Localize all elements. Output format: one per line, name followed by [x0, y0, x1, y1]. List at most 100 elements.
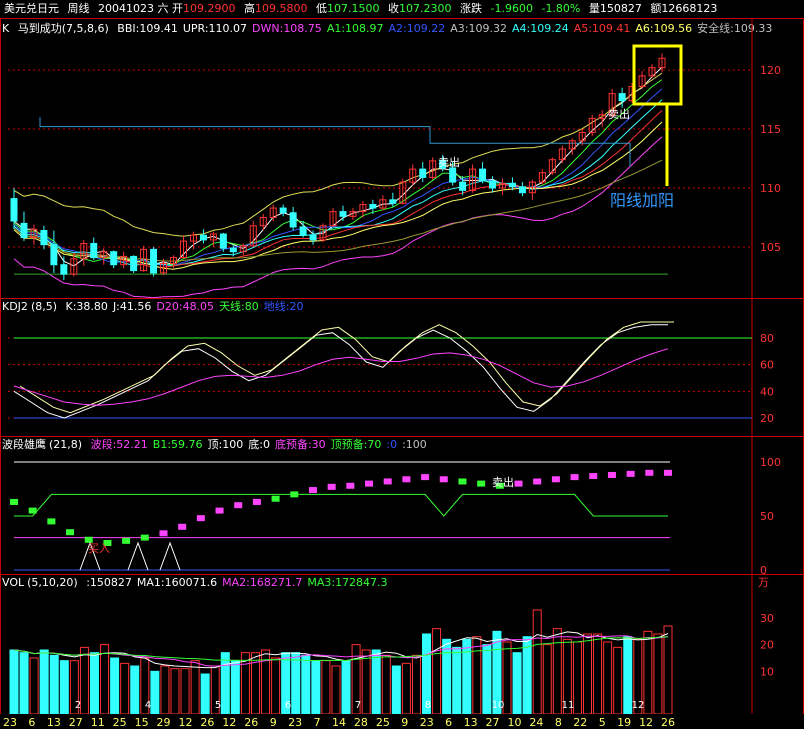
highlight-box [632, 44, 683, 106]
volume-bar [472, 636, 482, 715]
panel-frame [0, 436, 804, 575]
volume-bar [271, 657, 281, 715]
kdj-d-line [13, 348, 669, 406]
x-tick-label: 10 [507, 716, 521, 729]
x-tick-label: 24 [529, 716, 543, 729]
volume-bar [200, 673, 210, 715]
month-marker: 8 [425, 700, 431, 711]
volume-bar [613, 646, 623, 715]
month-marker: 12 [632, 700, 645, 711]
wave-sell-label: 卖出 [492, 475, 514, 489]
x-tick-label: 6 [445, 716, 452, 729]
sell-marker-k2: 卖出 [608, 107, 630, 121]
volume-bar [522, 636, 532, 715]
volume-bar [572, 641, 582, 715]
wave-segment [626, 470, 635, 477]
x-tick-label: 9 [401, 716, 408, 729]
volume-bar [9, 649, 19, 715]
kdj-y-tick: 20 [760, 412, 774, 425]
k-safety-line [39, 117, 631, 167]
x-tick-label: 7 [314, 716, 321, 729]
volume-bar [331, 665, 341, 715]
volume-bar [583, 633, 593, 715]
candle-body [130, 255, 138, 272]
wave-b1-line [14, 493, 668, 517]
wave-segment [271, 495, 280, 502]
wave-segment [607, 471, 616, 478]
candle-body [459, 181, 467, 191]
x-tick-label: 6 [28, 716, 35, 729]
wave-segment [421, 474, 430, 481]
k-ma-line [13, 99, 663, 267]
volume-bar [170, 668, 180, 715]
wave-segment [47, 518, 56, 525]
k-y-tick: 115 [760, 123, 781, 136]
candle-body [219, 233, 227, 249]
k-ma-line [13, 110, 663, 269]
volume-bar [19, 652, 29, 715]
volume-bar [532, 609, 542, 715]
kdj-y-tick: 60 [760, 359, 774, 372]
volume-bar [411, 654, 421, 715]
x-tick-label: 8 [555, 716, 562, 729]
volume-bar [39, 649, 49, 715]
volume-bar [321, 660, 331, 715]
candle-body [289, 212, 297, 228]
x-tick-label: 26 [200, 716, 214, 729]
volume-bar [593, 633, 603, 715]
candle-body [229, 247, 237, 253]
volume-bar [89, 652, 99, 715]
volume-bar [401, 662, 411, 715]
volume-bar [311, 660, 321, 715]
x-tick-label: 27 [69, 716, 83, 729]
wave-segment [140, 534, 149, 541]
x-tick-label: 9 [270, 716, 277, 729]
candle-body [309, 234, 317, 241]
x-tick-label: 22 [573, 716, 587, 729]
volume-bar [653, 633, 663, 715]
volume-bar [341, 660, 351, 715]
wave-segment [66, 529, 75, 536]
volume-bar [452, 646, 462, 715]
volume-bar [442, 638, 452, 715]
vol-y-tick: 30 [760, 612, 774, 625]
volume-bar [542, 644, 552, 715]
volume-bar [603, 641, 613, 715]
volume-bar [180, 668, 190, 715]
vol-y-tick: 10 [760, 665, 774, 678]
volume-bar [512, 652, 522, 715]
volume-bar [130, 665, 140, 715]
wave-segment [383, 478, 392, 485]
x-tick-label: 5 [599, 716, 606, 729]
x-tick-label: 13 [464, 716, 478, 729]
x-tick-label: 12 [222, 716, 236, 729]
volume-bar [49, 654, 59, 715]
wave-segment [10, 498, 18, 505]
chart-canvas[interactable]: 120115110105阳线加阳卖出卖出80604020100500买入卖出万3… [0, 0, 804, 729]
kdj-j-line [19, 321, 674, 414]
wave-segment [159, 530, 168, 537]
volume-bar [552, 628, 562, 715]
candle-body [50, 244, 58, 266]
candle-body [518, 186, 526, 194]
k-ma-line [13, 79, 663, 266]
wave-segment [215, 507, 224, 514]
candle-body [90, 242, 98, 259]
wave-segment [664, 469, 672, 476]
wave-segment [458, 478, 467, 485]
volume-bar [110, 657, 120, 715]
volume-bar [160, 665, 170, 715]
k-ma-line [13, 88, 663, 267]
wave-segment [439, 476, 448, 483]
wave-segment [28, 507, 37, 514]
candle-body [449, 167, 457, 183]
volume-bar [301, 654, 311, 715]
k-lower-band [13, 136, 663, 299]
wave-segment [178, 523, 187, 530]
volume-bar [381, 654, 391, 715]
volume-bar [100, 644, 110, 715]
x-tick-label: 26 [244, 716, 258, 729]
wave-segment [365, 480, 374, 487]
k-y-tick: 105 [760, 241, 781, 254]
wave-segment [551, 476, 560, 483]
